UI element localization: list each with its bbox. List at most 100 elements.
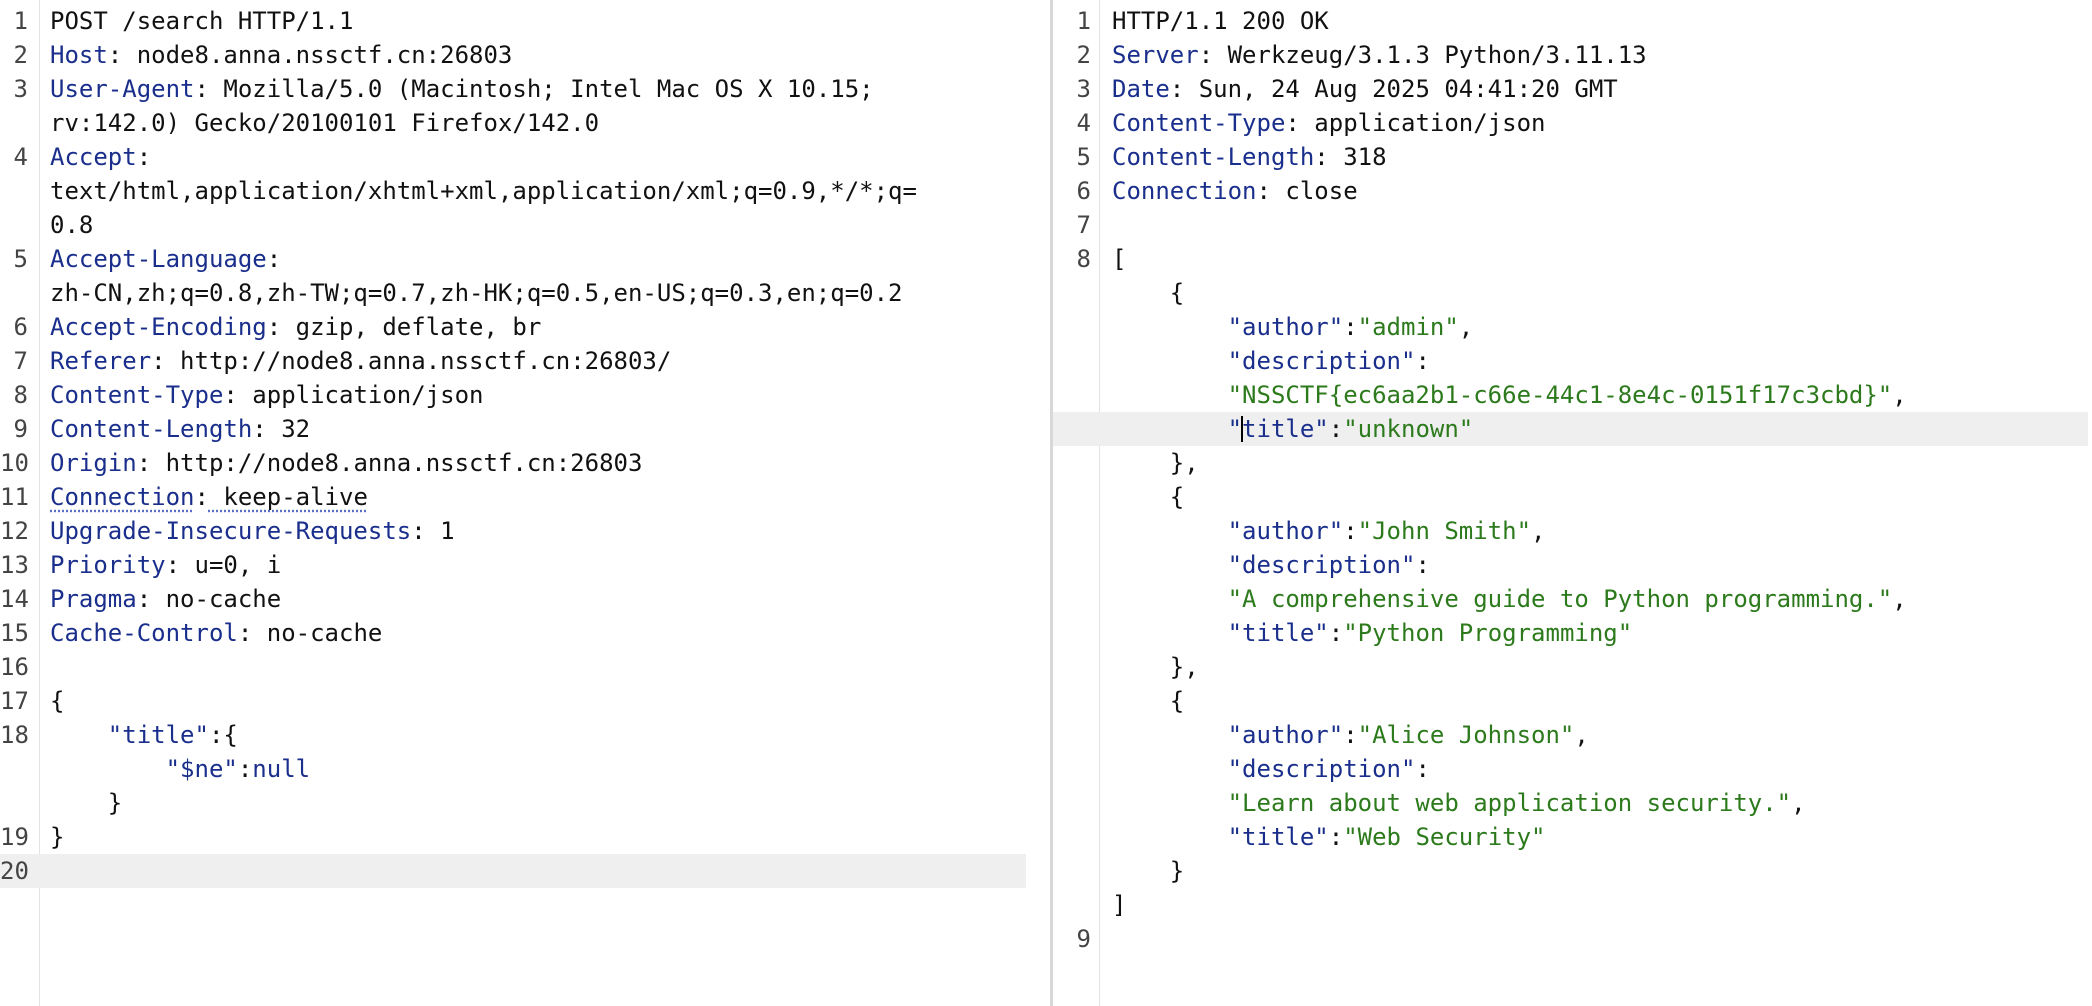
- json-key: "description": [1227, 347, 1416, 375]
- line-number: 9: [1076, 925, 1091, 953]
- header-value: keep-alive: [208, 483, 368, 511]
- code-text: "$ne":null: [0, 755, 311, 783]
- code-line[interactable]: "NSSCTF{ec6aa2b1-c66e-44c1-8e4c-0151f17c…: [1053, 378, 2092, 412]
- header-colon: :: [252, 415, 267, 443]
- code-text: Accept-Encoding: gzip, deflate, br: [0, 313, 541, 341]
- code-line[interactable]: 18 "title":{: [0, 718, 1050, 752]
- code-text: "Learn about web application security.",: [1053, 789, 1806, 817]
- code-line[interactable]: 14 Pragma: no-cache: [0, 582, 1050, 616]
- json-punct: :: [1343, 721, 1358, 749]
- raw-text: 0.8: [50, 211, 94, 239]
- code-text: Referer: http://node8.anna.nssctf.cn:268…: [0, 347, 671, 375]
- code-line[interactable]: 17 {: [0, 684, 1050, 718]
- line-number: 2: [13, 41, 28, 69]
- response-code-area[interactable]: 1 HTTP/1.1 200 OK 2 Server: Werkzeug/3.1.3 …: [1053, 4, 2092, 956]
- code-line[interactable]: {: [1053, 276, 2092, 310]
- code-line[interactable]: zh-CN,zh;q=0.8,zh-TW;q=0.7,zh-HK;q=0.5,e…: [0, 276, 1050, 310]
- json-punct: :: [1328, 823, 1344, 851]
- raw-text: }: [1112, 857, 1185, 885]
- code-line[interactable]: "title":"Web Security": [1053, 820, 2092, 854]
- code-line[interactable]: "description":: [1053, 548, 2092, 582]
- code-line[interactable]: 1 POST /search HTTP/1.1: [0, 4, 1050, 38]
- code-line[interactable]: 5 Accept-Language:: [0, 242, 1050, 276]
- code-line[interactable]: 5 Content-Length: 318: [1053, 140, 2092, 174]
- code-line[interactable]: "A comprehensive guide to Python program…: [1053, 582, 2092, 616]
- code-line[interactable]: "author":"admin",: [1053, 310, 2092, 344]
- json-key: "author": [1227, 517, 1344, 545]
- code-text: Origin: http://node8.anna.nssctf.cn:2680…: [0, 449, 642, 477]
- code-line[interactable]: 11 Connection: keep-alive: [0, 480, 1050, 514]
- header-value: http://node8.anna.nssctf.cn:26803/: [165, 347, 672, 375]
- code-line[interactable]: 6 Accept-Encoding: gzip, deflate, br: [0, 310, 1050, 344]
- json-key-end: title": [1242, 415, 1329, 443]
- code-line[interactable]: "title":"unknown": [1053, 412, 2088, 446]
- code-line[interactable]: 1 HTTP/1.1 200 OK: [1053, 4, 2092, 38]
- response-viewer[interactable]: 1 HTTP/1.1 200 OK 2 Server: Werkzeug/3.1.3 …: [1053, 0, 2092, 1006]
- request-code-area[interactable]: 1 POST /search HTTP/1.1 2 Host: node8.anna.…: [0, 4, 1050, 888]
- code-line[interactable]: rv:142.0) Gecko/20100101 Firefox/142.0: [0, 106, 1050, 140]
- code-line[interactable]: 3 User-Agent: Mozilla/5.0 (Macintosh; Int…: [0, 72, 1050, 106]
- code-text: "author":"John Smith",: [1053, 517, 1546, 545]
- code-line[interactable]: "author":"Alice Johnson",: [1053, 718, 2092, 752]
- code-line[interactable]: text/html,application/xhtml+xml,applicat…: [0, 174, 1050, 208]
- code-line[interactable]: 7 Referer: http://node8.anna.nssctf.cn:26…: [0, 344, 1050, 378]
- line-number: 4: [1076, 109, 1091, 137]
- header-value: no-cache: [252, 619, 383, 647]
- code-line[interactable]: "$ne":null: [0, 752, 1050, 786]
- code-line[interactable]: "author":"John Smith",: [1053, 514, 2092, 548]
- code-line[interactable]: ]: [1053, 888, 2092, 922]
- header-name: Connection: [1112, 177, 1257, 205]
- code-line[interactable]: }: [0, 786, 1050, 820]
- code-line[interactable]: 13 Priority: u=0, i: [0, 548, 1050, 582]
- code-line[interactable]: 10 Origin: http://node8.anna.nssctf.cn:26…: [0, 446, 1050, 480]
- code-line[interactable]: 6 Connection: close: [1053, 174, 2092, 208]
- code-line[interactable]: 8 Content-Type: application/json: [0, 378, 1050, 412]
- code-line[interactable]: "title":"Python Programming": [1053, 616, 2092, 650]
- code-text: Content-Type: application/json: [0, 381, 483, 409]
- code-line[interactable]: },: [1053, 446, 2092, 480]
- header-colon: :: [1256, 177, 1271, 205]
- code-line[interactable]: 0.8: [0, 208, 1050, 242]
- header-value: close: [1270, 177, 1358, 205]
- code-line[interactable]: 7: [1053, 208, 2092, 242]
- json-string: "Learn about web application security.": [1227, 789, 1792, 817]
- code-line[interactable]: 4 Content-Type: application/json: [1053, 106, 2092, 140]
- header-name: Content-Type: [1112, 109, 1286, 137]
- line-number: 3: [13, 75, 28, 103]
- code-line[interactable]: 15 Cache-Control: no-cache: [0, 616, 1050, 650]
- code-line[interactable]: },: [1053, 650, 2092, 684]
- code-line[interactable]: }: [1053, 854, 2092, 888]
- code-line[interactable]: 2 Host: node8.anna.nssctf.cn:26803: [0, 38, 1050, 72]
- request-editor[interactable]: 1 POST /search HTTP/1.1 2 Host: node8.anna.…: [0, 0, 1050, 1006]
- header-name: Origin: [50, 449, 137, 477]
- raw-text: zh-CN,zh;q=0.8,zh-TW;q=0.7,zh-HK;q=0.5,e…: [50, 279, 903, 307]
- code-text: Server: Werkzeug/3.1.3 Python/3.11.13: [1053, 41, 1647, 69]
- json-punct: :: [1343, 517, 1358, 545]
- code-line[interactable]: 12 Upgrade-Insecure-Requests: 1: [0, 514, 1050, 548]
- code-line[interactable]: 16: [0, 650, 1050, 684]
- code-text: Accept-Language:: [0, 245, 281, 273]
- code-text: "description":: [1053, 347, 1430, 375]
- json-string: "unknown": [1343, 415, 1474, 443]
- json-string: "NSSCTF{ec6aa2b1-c66e-44c1-8e4c-0151f17c…: [1227, 381, 1893, 409]
- line-number: 11: [0, 483, 29, 511]
- header-colon: :: [1314, 143, 1329, 171]
- line-number: 3: [1076, 75, 1091, 103]
- code-line[interactable]: "description":: [1053, 752, 2092, 786]
- code-line[interactable]: 19}: [0, 820, 1050, 854]
- code-line[interactable]: 8[: [1053, 242, 2092, 276]
- code-line[interactable]: 9 Content-Length: 32: [0, 412, 1050, 446]
- code-line[interactable]: 2 Server: Werkzeug/3.1.3 Python/3.11.13: [1053, 38, 2092, 72]
- code-line[interactable]: {: [1053, 684, 2092, 718]
- code-line[interactable]: 3 Date: Sun, 24 Aug 2025 04:41:20 GMT: [1053, 72, 2092, 106]
- code-line[interactable]: 20: [0, 854, 1026, 888]
- code-line[interactable]: 9: [1053, 922, 2092, 956]
- header-value: no-cache: [151, 585, 282, 613]
- code-line[interactable]: "description":: [1053, 344, 2092, 378]
- code-line[interactable]: 4 Accept:: [0, 140, 1050, 174]
- code-line[interactable]: {: [1053, 480, 2092, 514]
- code-line[interactable]: "Learn about web application security.",: [1053, 786, 2092, 820]
- header-value: Sun, 24 Aug 2025 04:41:20 GMT: [1184, 75, 1618, 103]
